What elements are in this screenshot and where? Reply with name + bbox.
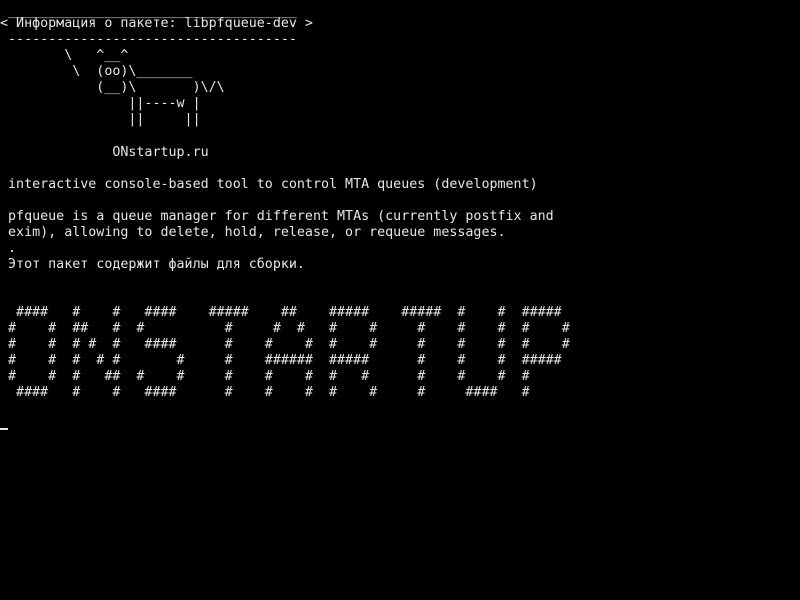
cow-art-line: \ ^__^ (0, 48, 129, 63)
package-summary: interactive console-based tool to contro… (0, 177, 538, 192)
terminal-screen[interactable]: ____________________________________ < И… (0, 0, 800, 600)
package-description-line: exim), allowing to delete, hold, release… (0, 225, 506, 240)
package-description-line: Этот пакет содержит файлы для сборки. (0, 257, 305, 272)
banner-line: # # # ## # # # # # # # # # # # (0, 369, 530, 384)
cow-art-line: (__)\ )\/\ (0, 80, 225, 95)
banner-line: # # # # # #### # # # # # # # # # # (0, 337, 570, 352)
text-cursor[interactable] (0, 428, 8, 430)
banner-line: # # ## # # # # # # # # # # # # (0, 321, 570, 336)
cowsay-message: < Информация о пакете: libpfqueue-dev > (0, 16, 313, 31)
site-label: ONstartup.ru (0, 145, 209, 160)
package-description-line: . (0, 241, 17, 256)
banner-line: #### # # #### # # # # # # #### # (0, 385, 530, 400)
cowsay-border-bottom: ------------------------------------ (0, 32, 297, 47)
cow-art-line: || || (0, 112, 201, 127)
banner-line: #### # # #### ##### ## ##### ##### # # #… (0, 305, 562, 320)
cow-art-line: \ (oo)\_______ (0, 64, 193, 79)
package-description-line: pfqueue is a queue manager for different… (0, 209, 554, 224)
banner-line: # # # # # # # ###### ##### # # # ##### (0, 353, 562, 368)
cow-art-line: ||----w | (0, 96, 201, 111)
